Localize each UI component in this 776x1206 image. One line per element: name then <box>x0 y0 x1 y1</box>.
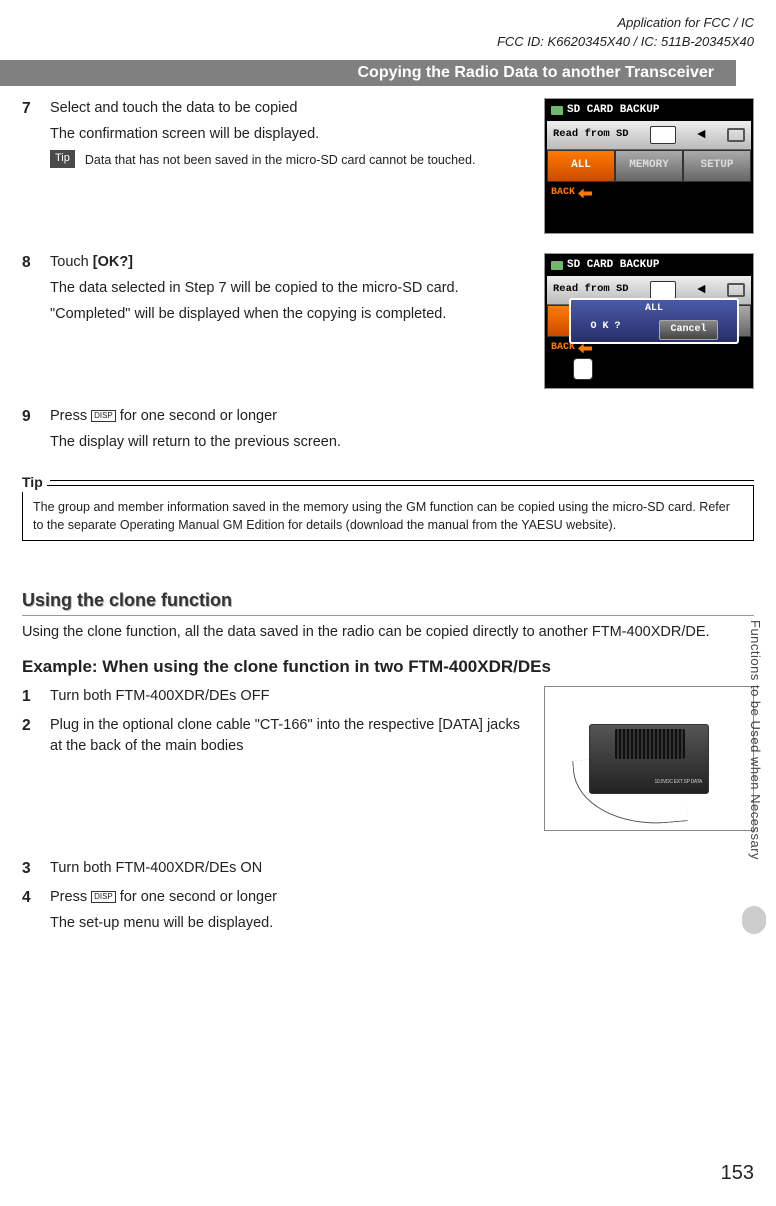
step-c1-body: Turn both FTM-400XDR/DEs OFF <box>50 686 530 708</box>
step-c2-body: Plug in the optional clone cable "CT-166… <box>50 715 530 757</box>
step-c1-num: 1 <box>22 686 40 708</box>
step-c4: 4 Press DISP for one second or longer Th… <box>22 887 754 939</box>
step-9-line2: The display will return to the previous … <box>50 432 754 453</box>
header-line2: FCC ID: K6620345X40 / IC: 511B-20345X40 <box>497 33 754 52</box>
radio-rear-illustration: 10.5VDC EXT SP DATA <box>544 686 754 831</box>
step-c4-num: 4 <box>22 887 40 939</box>
step-c4-line1: Press DISP for one second or longer <box>50 887 754 908</box>
cable-illustration <box>572 751 688 830</box>
page-title-bar: Copying the Radio Data to another Transc… <box>0 60 736 86</box>
side-tab-text: Functions to be Used when Necessary <box>745 620 764 860</box>
section-intro: Using the clone function, all the data s… <box>22 622 754 643</box>
step-8-line2: The data selected in Step 7 will be copi… <box>50 278 530 299</box>
step-9-num: 9 <box>22 406 40 458</box>
step-7: 7 Select and touch the data to be copied… <box>22 98 754 171</box>
step-8-num: 8 <box>22 252 40 330</box>
subheading-example: Example: When using the clone function i… <box>22 655 754 680</box>
step-9-line1: Press DISP for one second or longer <box>50 406 754 427</box>
step-7-body: Select and touch the data to be copied T… <box>50 98 530 171</box>
step-c4-body: Press DISP for one second or longer The … <box>50 887 754 939</box>
tip-box-rule <box>50 480 754 481</box>
step-7-line2: The confirmation screen will be displaye… <box>50 124 530 145</box>
step-7-line1: Select and touch the data to be copied <box>50 98 530 119</box>
step-9-body: Press DISP for one second or longer The … <box>50 406 754 458</box>
step-c2-num: 2 <box>22 715 40 757</box>
page-title: Copying the Radio Data to another Transc… <box>357 61 714 84</box>
header-info: Application for FCC / IC FCC ID: K662034… <box>497 14 754 52</box>
step-8-line3: "Completed" will be displayed when the c… <box>50 304 530 325</box>
step-c3: 3 Turn both FTM-400XDR/DEs ON <box>22 858 754 880</box>
step-c4-line2: The set-up menu will be displayed. <box>50 913 754 934</box>
tip-box-label: Tip <box>22 472 47 492</box>
side-tab-marker <box>742 906 766 934</box>
step-9: 9 Press DISP for one second or longer Th… <box>22 406 754 458</box>
section-heading-clone: Using the clone function <box>22 587 754 616</box>
tip-box: Tip The group and member information sav… <box>22 472 754 541</box>
page-number: 153 <box>721 1159 754 1188</box>
step-c3-body: Turn both FTM-400XDR/DEs ON <box>50 858 754 880</box>
tip-badge: Tip <box>50 150 75 168</box>
step-c3-num: 3 <box>22 858 40 880</box>
disp-icon: DISP <box>91 410 116 422</box>
tip-box-body: The group and member information saved i… <box>22 485 754 541</box>
step-8: 8 Touch [OK?] The data selected in Step … <box>22 252 754 330</box>
disp-icon: DISP <box>91 891 116 903</box>
step-8-line1: Touch [OK?] <box>50 252 530 273</box>
step-7-tip: Tip Data that has not been saved in the … <box>50 150 530 171</box>
step-8-body: Touch [OK?] The data selected in Step 7 … <box>50 252 530 330</box>
tip-text: Data that has not been saved in the micr… <box>85 153 476 167</box>
header-line1: Application for FCC / IC <box>497 14 754 33</box>
step-7-num: 7 <box>22 98 40 171</box>
